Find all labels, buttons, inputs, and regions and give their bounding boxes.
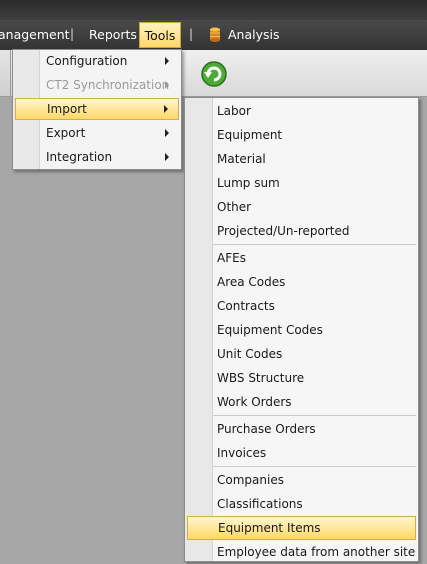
menu-item-label: CT2 Synchronization — [46, 78, 170, 92]
menu-separator: | — [189, 27, 194, 41]
menu-item-equipment[interactable]: Equipment — [185, 123, 418, 147]
menu-item-ct2-synchronization: CT2 Synchronization — [15, 74, 179, 96]
menu-item-label: Configuration — [46, 54, 128, 68]
menu-item-afes[interactable]: AFEs — [185, 246, 418, 270]
menu-item-export[interactable]: Export — [15, 122, 179, 144]
menu-item-equipment-codes[interactable]: Equipment Codes — [185, 318, 418, 342]
submenu-arrow-icon — [164, 105, 168, 113]
submenu-arrow-icon — [165, 153, 169, 161]
menu-item-purchase-orders[interactable]: Purchase Orders — [185, 417, 418, 441]
menu-item-companies[interactable]: Companies — [185, 468, 418, 492]
menu-item-configuration[interactable]: Configuration — [15, 50, 179, 72]
menu-analysis[interactable]: Analysis — [228, 20, 280, 50]
menu-item-labor[interactable]: Labor — [185, 99, 418, 123]
menu-item-integration[interactable]: Integration — [15, 146, 179, 168]
menu-item-work-orders[interactable]: Work Orders — [185, 390, 418, 414]
menu-item-invoices[interactable]: Invoices — [185, 441, 418, 465]
database-icon — [210, 27, 220, 42]
menu-item-import[interactable]: Import — [15, 98, 179, 120]
menu-management[interactable]: anagement — [0, 20, 70, 50]
menu-item-label: Integration — [46, 150, 113, 164]
menu-item-lump-sum[interactable]: Lump sum — [185, 171, 418, 195]
menu-item-label: Export — [46, 126, 86, 140]
refresh-icon[interactable] — [198, 58, 230, 90]
menu-item-unit-codes[interactable]: Unit Codes — [185, 342, 418, 366]
submenu-arrow-icon — [165, 57, 169, 65]
menu-item-label: Import — [47, 102, 87, 116]
import-submenu: Labor Equipment Material Lump sum Other … — [184, 97, 419, 562]
menu-item-projected-unreported[interactable]: Projected/Un-reported — [185, 219, 418, 243]
menu-item-material[interactable]: Material — [185, 147, 418, 171]
menu-separator — [213, 244, 416, 245]
tools-dropdown-menu: Configuration CT2 Synchronization Import… — [12, 49, 182, 170]
menu-item-area-codes[interactable]: Area Codes — [185, 270, 418, 294]
menu-separator — [213, 415, 416, 416]
menu-item-other[interactable]: Other — [185, 195, 418, 219]
menu-separator — [213, 466, 416, 467]
submenu-arrow-icon — [165, 129, 169, 137]
menu-item-contracts[interactable]: Contracts — [185, 294, 418, 318]
menu-item-equipment-items[interactable]: Equipment Items — [187, 516, 416, 540]
menu-reports[interactable]: Reports — [89, 20, 137, 50]
menu-item-wbs-structure[interactable]: WBS Structure — [185, 366, 418, 390]
menu-tools[interactable]: Tools — [139, 22, 181, 48]
menu-item-classifications[interactable]: Classifications — [185, 492, 418, 516]
toolbar-left-button[interactable] — [0, 50, 11, 96]
window-top-strip — [0, 0, 427, 20]
menu-item-employee-data-from-another-site[interactable]: Employee data from another site — [185, 540, 418, 564]
menu-separator: | — [70, 27, 75, 41]
submenu-arrow-icon — [165, 81, 169, 89]
